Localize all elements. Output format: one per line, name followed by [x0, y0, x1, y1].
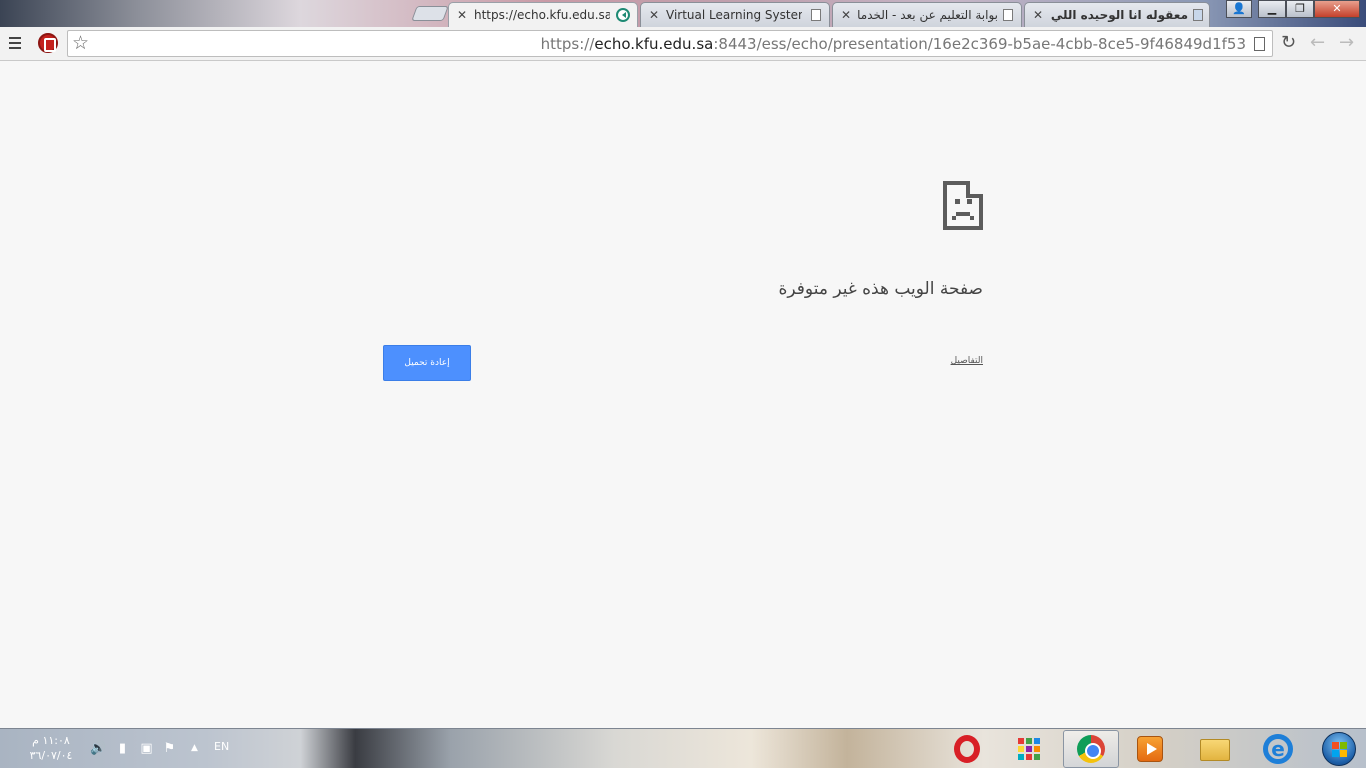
user-profile-icon[interactable]: 👤 — [1226, 0, 1252, 18]
show-hidden-icon[interactable]: ▲ — [187, 741, 202, 756]
extension-icon[interactable] — [38, 33, 58, 53]
tab-virtual-learning[interactable]: ✕ Virtual Learning System — [640, 2, 830, 27]
tab-close-icon[interactable]: ✕ — [1033, 8, 1043, 22]
forum-favicon-icon — [1193, 9, 1203, 21]
reload-button[interactable]: إعادة تحميل — [383, 345, 471, 381]
window-controls: 👤 ▁ ❐ ✕ — [1226, 0, 1360, 18]
start-button[interactable] — [1322, 732, 1356, 766]
bookmark-star-icon[interactable]: ☆ — [72, 33, 89, 54]
forward-icon[interactable]: → — [1339, 32, 1354, 54]
tab-close-icon[interactable]: ✕ — [457, 8, 467, 22]
tab-title: بوابة التعليم عن بعد - الخدمات الط — [858, 8, 998, 22]
menu-icon[interactable] — [9, 37, 21, 49]
close-window-button[interactable]: ✕ — [1314, 0, 1360, 18]
tab-close-icon[interactable]: ✕ — [649, 8, 659, 22]
sad-page-icon — [943, 181, 983, 230]
volume-icon[interactable]: 🔊 — [90, 741, 106, 756]
tab-forum-post[interactable]: ✕ معقوله انا الوحيده اللي بصير معي — [1024, 2, 1210, 27]
tab-title: Virtual Learning System — [666, 8, 802, 22]
details-link[interactable]: التفاصيل — [951, 356, 983, 366]
clock-date: ٣٦/٠٧/٠٤ — [29, 749, 73, 762]
document-icon — [811, 9, 821, 21]
back-icon[interactable]: ← — [1310, 32, 1325, 54]
tab-close-icon[interactable]: ✕ — [841, 8, 851, 22]
url-path: :8443/ess/echo/presentation/16e2c369-b5a… — [713, 35, 1246, 53]
error-title: صفحة الويب هذه غير متوفرة — [778, 279, 983, 299]
file-explorer-icon[interactable] — [1200, 739, 1230, 761]
browser-toolbar: ☆ https://echo.kfu.edu.sa:8443/ess/echo/… — [0, 27, 1366, 61]
new-tab-button[interactable] — [411, 6, 449, 21]
tab-title: https://echo.kfu.edu.sa:84 — [474, 8, 610, 22]
maximize-button[interactable]: ❐ — [1286, 0, 1314, 18]
document-icon — [1003, 9, 1013, 21]
action-center-icon[interactable]: ▣ — [139, 741, 154, 756]
url-prefix: https:// — [540, 35, 595, 53]
tab-loading-icon — [616, 8, 630, 22]
clock-time: ١١:٠٨ م — [32, 734, 70, 747]
media-player-icon[interactable] — [1137, 736, 1163, 762]
language-indicator[interactable]: EN — [214, 740, 229, 753]
title-bar: ✕ https://echo.kfu.edu.sa:84 ✕ Virtual L… — [0, 0, 1366, 27]
flag-icon[interactable]: ⚑ — [162, 741, 177, 756]
apps-grid-icon[interactable] — [1018, 738, 1040, 760]
tab-title: معقوله انا الوحيده اللي بصير معي — [1050, 8, 1188, 22]
address-bar[interactable]: ☆ https://echo.kfu.edu.sa:8443/ess/echo/… — [67, 30, 1273, 57]
opera-icon[interactable] — [954, 735, 980, 763]
reload-icon[interactable]: ↻ — [1281, 32, 1296, 54]
url-text[interactable]: https://echo.kfu.edu.sa:8443/ess/echo/pr… — [541, 35, 1246, 53]
taskbar: ١١:٠٨ م ٣٦/٠٧/٠٤ 🔊 ▮ ▣ ⚑ ▲ EN e — [0, 728, 1366, 768]
tab-distance-learning-portal[interactable]: ✕ بوابة التعليم عن بعد - الخدمات الط — [832, 2, 1022, 27]
clock[interactable]: ١١:٠٨ م ٣٦/٠٧/٠٤ — [26, 733, 76, 763]
chrome-icon[interactable] — [1077, 735, 1105, 763]
minimize-button[interactable]: ▁ — [1258, 0, 1286, 18]
page-content: صفحة الويب هذه غير متوفرة التفاصيل إعادة… — [0, 62, 1366, 728]
internet-explorer-icon[interactable]: e — [1263, 734, 1293, 764]
tab-echo-active[interactable]: ✕ https://echo.kfu.edu.sa:84 — [448, 2, 638, 27]
page-info-icon[interactable] — [1254, 37, 1265, 51]
url-host: echo.kfu.edu.sa — [594, 35, 714, 53]
network-icon[interactable]: ▮ — [115, 741, 130, 756]
